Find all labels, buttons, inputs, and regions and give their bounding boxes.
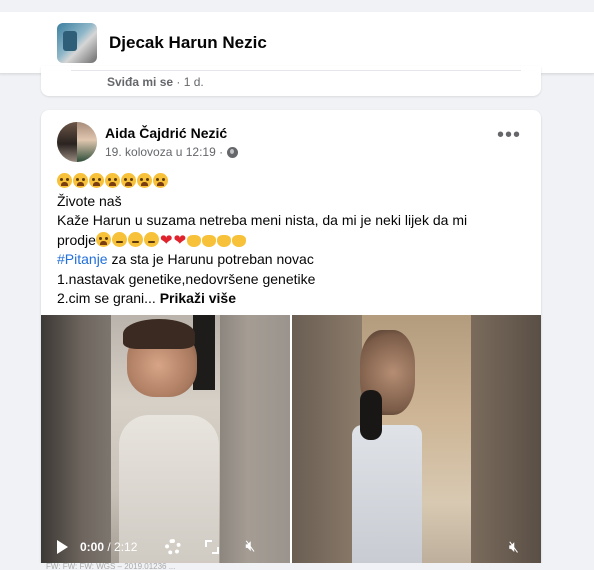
sad-face-icon [127,231,143,247]
comment-time: · 1 d. [176,75,204,89]
page-title[interactable]: Djecak Harun Nezic [109,33,267,53]
crying-face-icon [121,173,136,188]
video-thumbnail[interactable]: 🔇︎ [292,315,541,565]
post-card: Aida Čajdrić Nezić 19. kolovoza u 12:19 … [41,110,541,570]
hugging-hands-icon [232,234,247,247]
post-info: Aida Čajdrić Nezić 19. kolovoza u 12:19 … [105,125,239,159]
post-body: Živote naš Kaže Harun u suzama netreba m… [57,172,527,309]
crying-face-icon [137,173,152,188]
more-options-button[interactable]: ••• [497,125,521,145]
post-line: Kaže Harun u suzama netreba meni nista, … [57,212,468,228]
post-line: #Pitanje za sta je Harunu potreban novac [57,251,314,267]
next-post-fragment: FW: FW: FW: WGS – 2019.01236 ... [0,562,594,570]
crying-face-icon [95,231,111,247]
video-controls: 0:00 / 2:12 🔇︎ [41,529,290,565]
post-line: 1.nastavak genetike,nedovršene genetike [57,270,316,287]
post-line: 2.cim se grani... Prikaži više [57,290,236,306]
previous-post-footer: Sviđa mi se · 1 d. [41,66,541,96]
see-more-link[interactable]: Prikaži više [160,290,236,306]
gear-icon[interactable] [165,539,182,555]
hashtag-link[interactable]: #Pitanje [57,251,108,267]
comment-meta: Sviđa mi se · 1 d. [107,75,204,89]
globe-icon[interactable] [227,146,239,158]
post-header: Aida Čajdrić Nezić 19. kolovoza u 12:19 … [57,122,239,162]
post-media: 0:00 / 2:12 🔇︎ 🔇︎ [41,315,541,565]
volume-mute-icon[interactable]: 🔇︎ [245,538,255,556]
sad-face-icon [111,231,127,247]
sad-face-icon [143,231,159,247]
author-name[interactable]: Aida Čajdrić Nezić [105,125,238,141]
post-date: 19. kolovoza u 12:19 · [105,145,239,159]
crying-face-icon [153,173,168,188]
crying-face-icon [105,173,120,188]
post-timestamp[interactable]: 19. kolovoza u 12:19 · [105,145,223,159]
crying-face-icon [73,173,88,188]
crying-face-icon [89,173,104,188]
post-line: Živote naš [57,192,122,209]
author-avatar[interactable] [57,122,97,162]
expand-icon[interactable] [205,540,220,554]
divider [71,70,521,71]
video-player[interactable]: 0:00 / 2:12 🔇︎ [41,315,290,565]
video-time: 0:00 / 2:12 [80,540,138,554]
post-line-emojis [57,172,527,192]
crying-face-icon [57,173,72,188]
hugging-hands-icon [217,234,232,247]
next-post-text: FW: FW: FW: WGS – 2019.01236 ... [46,562,176,570]
page-header: Djecak Harun Nezic [0,12,594,74]
hugging-hands-icon [187,234,202,247]
hugging-hands-icon [202,234,217,247]
page-avatar[interactable] [57,22,97,63]
heart-icon: ❤ [159,231,173,249]
heart-icon: ❤ [173,231,187,249]
play-icon[interactable] [57,540,68,554]
top-spacer [0,0,594,12]
volume-mute-icon[interactable]: 🔇︎ [509,539,519,557]
like-link[interactable]: Sviđa mi se [107,75,173,89]
post-line: prodje ❤❤ [57,231,527,251]
